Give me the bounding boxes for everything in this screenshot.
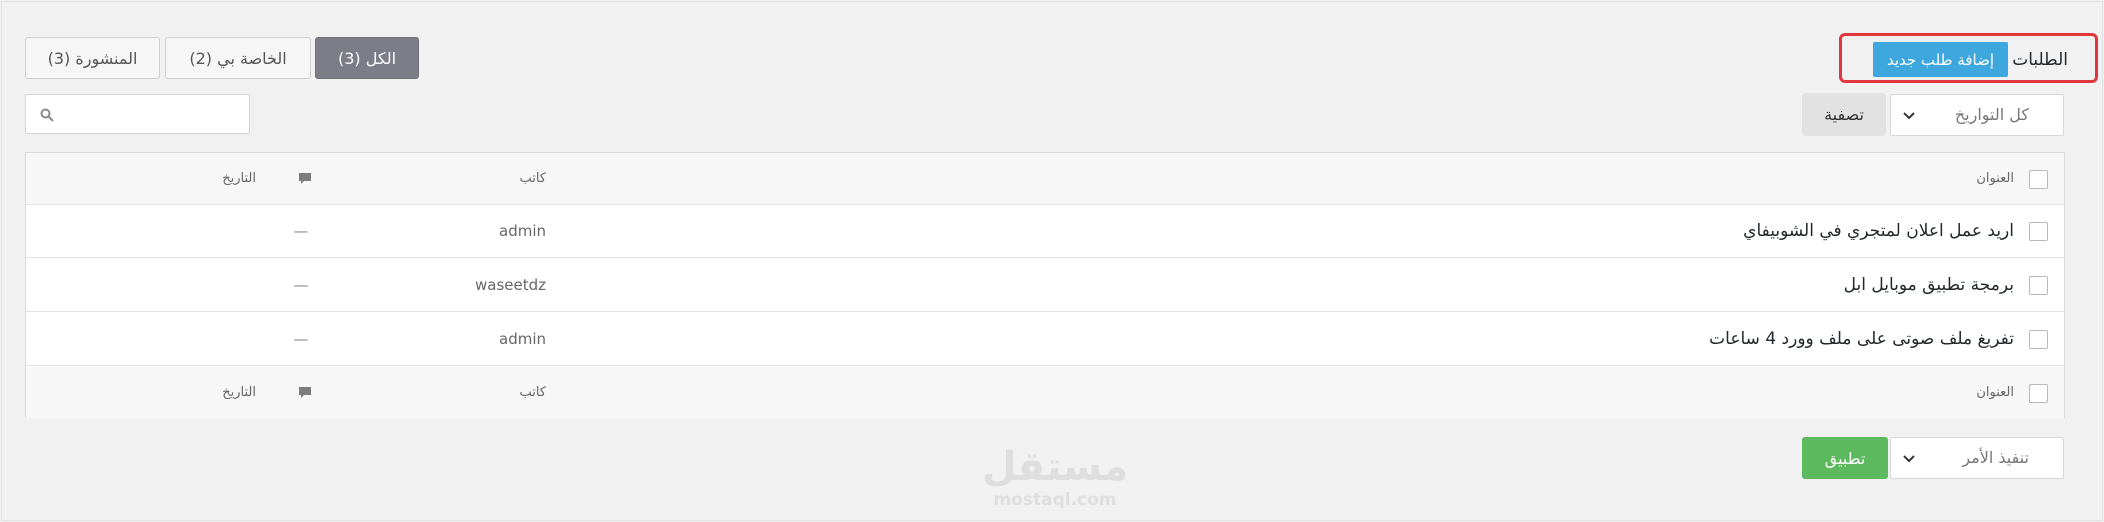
apply-button[interactable]: تطبيق (1802, 437, 1888, 479)
chevron-down-icon (1903, 455, 1915, 463)
column-header-title[interactable]: العنوان (1976, 153, 2014, 204)
date-filter-select[interactable]: كل التواريخ (1890, 94, 2064, 136)
bulk-action-value: تنفيذ الأمر (1962, 448, 2029, 467)
row-title-link[interactable]: تفريغ ملف صوتى على ملف وورد 4 ساعات (1709, 313, 2014, 365)
table-header-row: العنوان كاتب التاريخ (26, 153, 2064, 205)
column-footer-title[interactable]: العنوان (1976, 367, 2014, 418)
bulk-action-select[interactable]: تنفيذ الأمر (1890, 437, 2064, 479)
date-filter-value: كل التواريخ (1954, 105, 2029, 124)
comment-icon (299, 173, 311, 184)
row-title-link[interactable]: برمجة تطبيق موبايل ابل (1844, 259, 2014, 311)
search-icon (40, 108, 54, 122)
row-checkbox[interactable] (2029, 276, 2048, 295)
row-checkbox[interactable] (2029, 222, 2048, 241)
row-comments: — (293, 222, 309, 240)
add-new-request-button[interactable]: إضافة طلب جديد (1873, 42, 2008, 77)
search-input[interactable] (62, 99, 242, 129)
filter-button[interactable]: تصفية (1802, 93, 1886, 136)
row-author[interactable]: admin (356, 313, 546, 365)
row-date (126, 259, 256, 311)
tab-published[interactable]: المنشورة (3) (25, 37, 160, 79)
row-author[interactable]: waseetdz (356, 259, 546, 311)
requests-table: العنوان كاتب التاريخ اريد عمل اعلان لمتج… (25, 152, 2065, 418)
comment-icon (299, 387, 311, 398)
tab-mine[interactable]: الخاصة بي (2) (165, 37, 311, 79)
table-footer-row: العنوان كاتب التاريخ (26, 367, 2064, 418)
search-box (25, 94, 250, 134)
mostaql-watermark-url: mostaql.com (993, 490, 1117, 510)
table-row: تفريغ ملف صوتى على ملف وورد 4 ساعات admi… (26, 313, 2064, 366)
row-author[interactable]: admin (356, 205, 546, 257)
select-all-checkbox-footer[interactable] (2029, 384, 2048, 403)
mostaql-watermark-logo: مستقل (981, 444, 1129, 490)
page-title: الطلبات (2012, 50, 2068, 70)
tab-all[interactable]: الكل (3) (315, 37, 419, 79)
row-date (126, 313, 256, 365)
row-comments: — (293, 276, 309, 294)
row-title-link[interactable]: اريد عمل اعلان لمتجري في الشوبيفاي (1743, 205, 2014, 257)
column-header-author: كاتب (519, 171, 546, 186)
row-checkbox[interactable] (2029, 330, 2048, 349)
select-all-checkbox[interactable] (2029, 170, 2048, 189)
column-header-date[interactable]: التاريخ (126, 153, 256, 204)
column-footer-date[interactable]: التاريخ (126, 367, 256, 418)
table-row: اريد عمل اعلان لمتجري في الشوبيفاي admin… (26, 205, 2064, 258)
table-row: برمجة تطبيق موبايل ابل waseetdz — (26, 259, 2064, 312)
row-comments: — (293, 330, 309, 348)
column-footer-author: كاتب (519, 385, 546, 400)
row-date (126, 205, 256, 257)
chevron-down-icon (1903, 112, 1915, 120)
